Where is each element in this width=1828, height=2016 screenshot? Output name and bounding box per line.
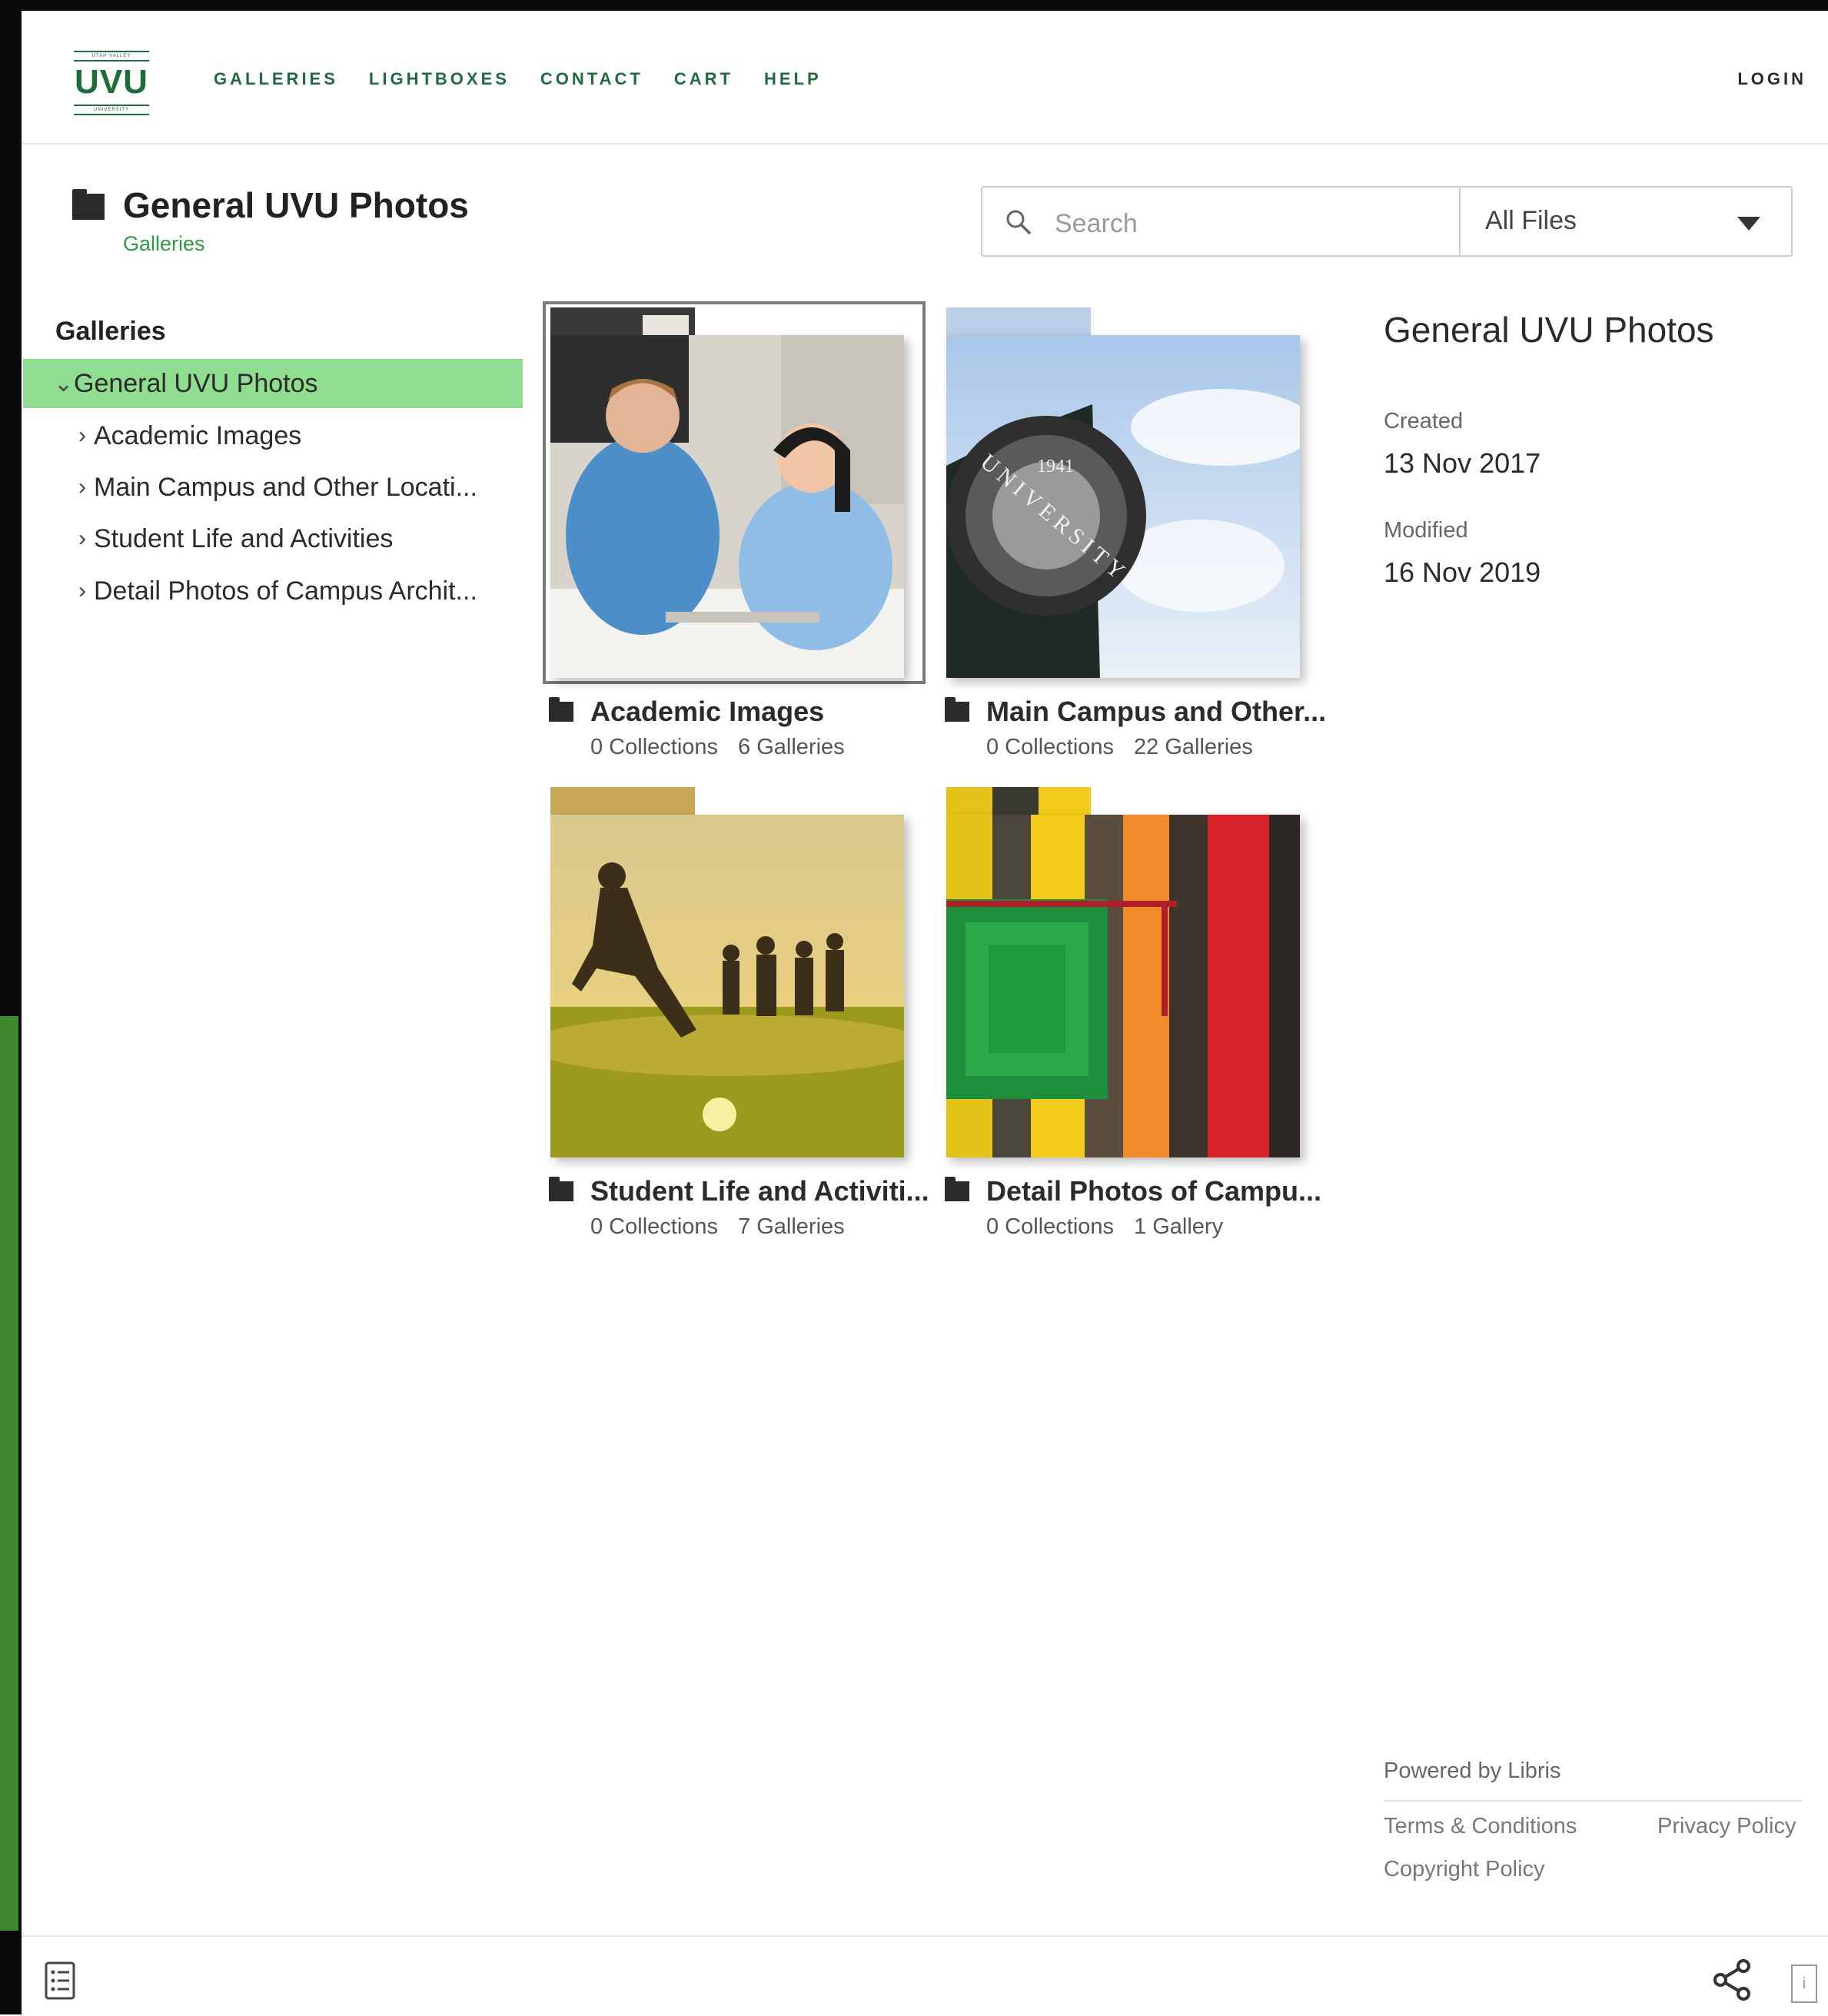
- sidebar-heading: Galleries: [55, 317, 166, 346]
- sidebar-item-main-campus[interactable]: › Main Campus and Other Locati...: [74, 463, 477, 512]
- logo-main-text: UVU: [75, 63, 148, 101]
- folder-icon: [549, 1177, 573, 1201]
- chevron-right-icon: ›: [78, 423, 86, 448]
- breadcrumb-galleries[interactable]: Galleries: [123, 232, 205, 256]
- gallery-title[interactable]: Main Campus and Other...: [942, 693, 1341, 730]
- collections-count: 0 Collections: [986, 735, 1115, 759]
- sidebar-item-label: General UVU Photos: [74, 368, 318, 398]
- sidebar-item-detail-photos[interactable]: › Detail Photos of Campus Archit...: [74, 566, 477, 616]
- gallery-title[interactable]: Academic Images: [546, 693, 946, 730]
- search-icon: [1006, 210, 1031, 234]
- logo-bottom-text: UNIVERSITY: [74, 105, 149, 115]
- page-title: General UVU Photos: [123, 185, 469, 225]
- modified-label: Modified: [1384, 518, 1468, 543]
- nav-lightboxes[interactable]: LIGHTBOXES: [369, 69, 510, 89]
- gallery-stats: 0 Collections 22 Galleries: [986, 735, 1273, 760]
- chevron-right-icon: ›: [78, 578, 86, 603]
- gallery-thumbnail[interactable]: [546, 784, 922, 1161]
- login-link[interactable]: LOGIN: [1737, 69, 1806, 89]
- gallery-title[interactable]: Student Life and Activiti...: [546, 1173, 946, 1210]
- terms-link[interactable]: Terms & Conditions: [1384, 1814, 1577, 1839]
- top-navbar: UTAH VALLEY UVU UNIVERSITY GALLERIES LIG…: [22, 11, 1828, 144]
- file-type-select[interactable]: All Files: [1461, 188, 1791, 255]
- search-bar: All Files: [981, 186, 1793, 257]
- logo-top-text: UTAH VALLEY: [74, 51, 149, 61]
- collections-count: 0 Collections: [986, 1214, 1115, 1239]
- nav-cart[interactable]: CART: [674, 69, 733, 89]
- gallery-title[interactable]: Detail Photos of Campu...: [942, 1173, 1341, 1210]
- folder-icon: [72, 189, 105, 220]
- galleries-count: 1 Gallery: [1134, 1214, 1224, 1239]
- nav-help[interactable]: HELP: [764, 69, 822, 89]
- share-icon[interactable]: [1711, 1958, 1754, 2001]
- collections-count: 0 Collections: [590, 735, 719, 759]
- footer-divider: [1384, 1800, 1802, 1802]
- sidebar-item-label: Academic Images: [94, 420, 302, 450]
- background-window-edge: [0, 1016, 18, 1931]
- created-value: 13 Nov 2017: [1384, 447, 1541, 479]
- gallery-thumbnail[interactable]: 1941 UNIVERSITY: [942, 304, 1318, 681]
- chevron-right-icon: ›: [78, 474, 86, 500]
- architecture-detail-photo: [946, 815, 1300, 1157]
- galleries-count: 6 Galleries: [738, 735, 845, 759]
- main-nav: GALLERIES LIGHTBOXES CONTACT CART HELP: [214, 69, 822, 89]
- svg-text:1941: 1941: [1037, 457, 1074, 477]
- nav-contact[interactable]: CONTACT: [540, 69, 643, 89]
- sidebar-item-label: Main Campus and Other Locati...: [94, 472, 477, 502]
- bottom-toolbar: i: [22, 1935, 1828, 2016]
- chevron-down-icon: [1737, 217, 1760, 231]
- gallery-title-text: Student Life and Activiti...: [590, 1175, 929, 1207]
- info-icon[interactable]: i: [1791, 1965, 1817, 2003]
- uvu-logo[interactable]: UTAH VALLEY UVU UNIVERSITY: [74, 51, 149, 115]
- chevron-down-icon: ⌄: [54, 370, 74, 397]
- powered-by: Powered by Libris: [1384, 1759, 1561, 1783]
- search-input[interactable]: [1053, 201, 1441, 246]
- folder-icon: [945, 1177, 969, 1201]
- copyright-link[interactable]: Copyright Policy: [1384, 1857, 1545, 1882]
- modified-value: 16 Nov 2019: [1384, 556, 1541, 588]
- gallery-title-text: Main Campus and Other...: [986, 696, 1327, 727]
- sidebar-item-label: Detail Photos of Campus Archit...: [94, 576, 477, 606]
- privacy-link[interactable]: Privacy Policy: [1657, 1814, 1796, 1839]
- gallery-stats: 0 Collections 7 Galleries: [590, 1214, 865, 1240]
- folder-icon: [549, 697, 573, 722]
- file-type-value: All Files: [1485, 206, 1577, 235]
- nav-galleries[interactable]: GALLERIES: [214, 69, 338, 89]
- gallery-stats: 0 Collections 6 Galleries: [590, 735, 865, 760]
- academic-photo: [550, 335, 904, 678]
- galleries-count: 7 Galleries: [738, 1214, 845, 1239]
- gallery-thumbnail[interactable]: [942, 784, 1318, 1161]
- folder-icon: [945, 697, 969, 722]
- list-icon[interactable]: [45, 1961, 75, 2000]
- chevron-right-icon: ›: [78, 526, 86, 551]
- gallery-stats: 0 Collections 1 Gallery: [986, 1214, 1243, 1240]
- collections-count: 0 Collections: [590, 1214, 719, 1239]
- seal-photo: 1941 UNIVERSITY: [946, 335, 1300, 678]
- sidebar-item-student-life[interactable]: › Student Life and Activities: [74, 514, 393, 563]
- student-life-photo: [550, 815, 904, 1157]
- sidebar-item-general-uvu-photos[interactable]: ⌄ General UVU Photos: [23, 359, 523, 408]
- gallery-thumbnail[interactable]: [543, 301, 926, 684]
- sidebar-item-academic-images[interactable]: › Academic Images: [74, 411, 301, 460]
- sidebar-item-label: Student Life and Activities: [94, 523, 394, 553]
- gallery-title-text: Detail Photos of Campu...: [986, 1175, 1322, 1207]
- gallery-title-text: Academic Images: [590, 696, 825, 727]
- galleries-count: 22 Galleries: [1134, 735, 1253, 759]
- details-title: General UVU Photos: [1384, 310, 1714, 350]
- created-label: Created: [1384, 409, 1464, 433]
